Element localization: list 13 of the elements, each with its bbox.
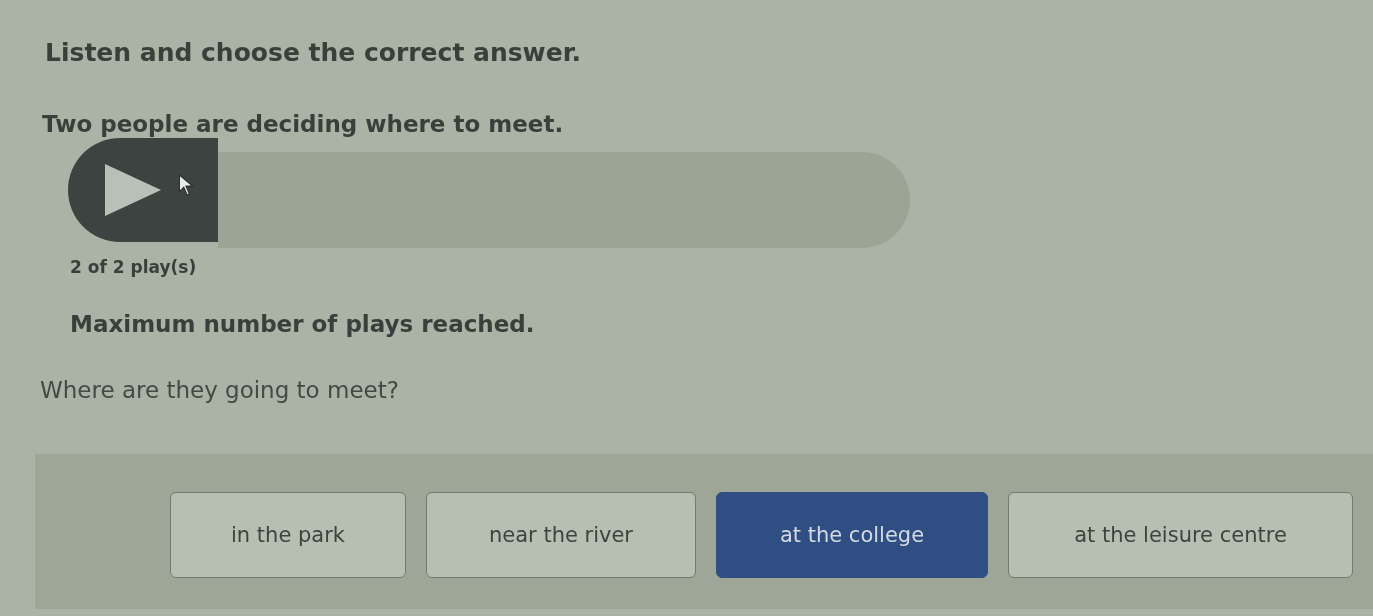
question-text: Where are they going to meet? xyxy=(40,376,399,404)
audio-progress-track[interactable] xyxy=(218,152,910,248)
play-icon xyxy=(105,164,161,216)
play-count-text: 2 of 2 play(s) xyxy=(70,256,197,278)
answer-option[interactable]: at the leisure centre xyxy=(1008,492,1353,578)
cursor-icon xyxy=(178,174,194,196)
context-text: Two people are deciding where to meet. xyxy=(42,110,564,138)
max-plays-message: Maximum number of plays reached. xyxy=(70,310,535,338)
instruction-text: Listen and choose the correct answer. xyxy=(45,38,581,68)
answer-option[interactable]: near the river xyxy=(426,492,696,578)
answer-option[interactable]: at the college xyxy=(716,492,988,578)
answer-option[interactable]: in the park xyxy=(170,492,406,578)
play-button[interactable] xyxy=(68,138,218,242)
